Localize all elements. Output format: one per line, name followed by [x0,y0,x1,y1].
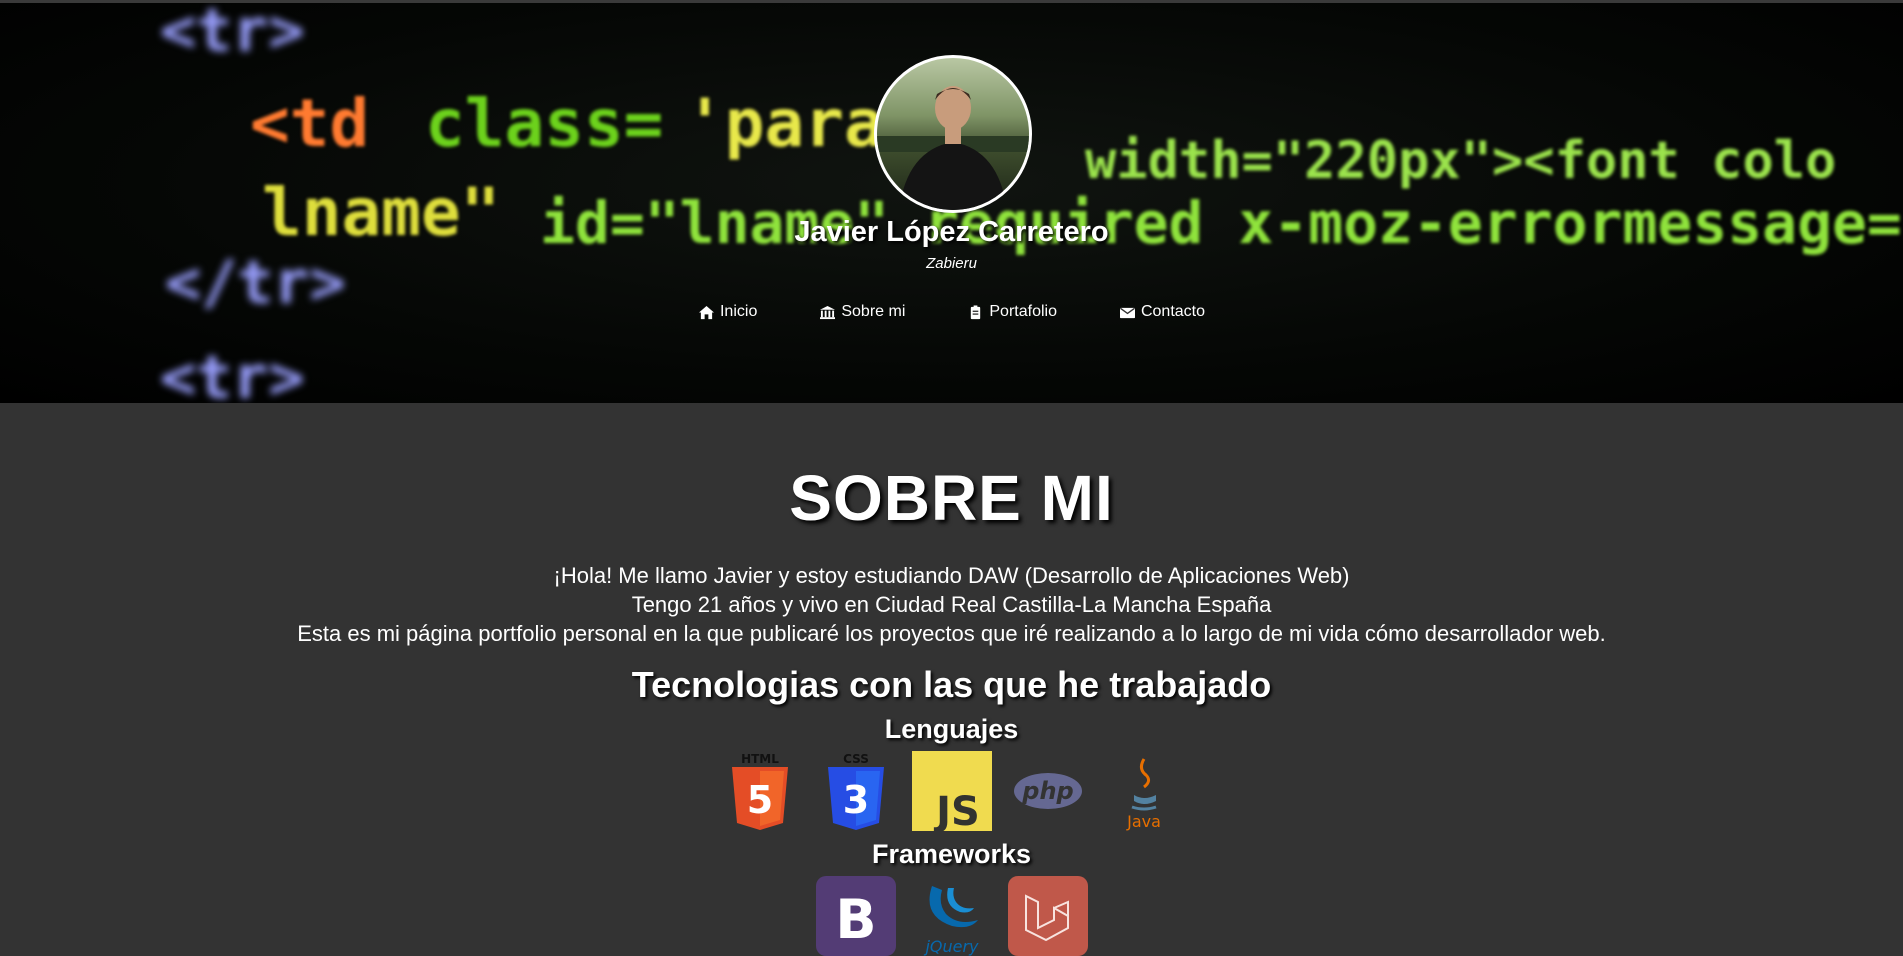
envelope-icon [1119,307,1135,318]
bank-icon [820,305,836,319]
nav-item-inicio[interactable]: Inicio [698,303,757,321]
laravel-icon [1007,876,1088,956]
code-line-1: <tr> [160,3,305,66]
technologies-heading: Tecnologias con las que he trabajado [631,664,1272,705]
profile-avatar [874,55,1032,213]
nav-item-portafolio[interactable]: Portafolio [967,303,1057,321]
nav-item-label: Inicio [719,303,758,320]
nav-item-label: Contacto [1140,303,1206,320]
nav-item-contacto[interactable]: Contacto [1119,303,1205,321]
code-line-2b: class= [425,85,663,162]
html5-digit: 5 [746,778,772,822]
site-owner-name: Javier López Carretero [794,216,1109,248]
bootstrap-icon: B [815,876,896,956]
jquery-icon: jQuery [912,876,992,956]
nav-item-label: Sobre mi [841,303,906,320]
java-text: Java [1126,812,1161,831]
home-icon [698,305,714,319]
languages-heading: Lenguajes [884,714,1019,744]
bootstrap-letter: B [835,888,876,951]
about-section: SOBRE MI ¡Hola! Me llamo Javier y estoy … [0,403,1903,956]
bio-line: Esta es mi página portfolio personal en … [297,621,1606,646]
javascript-text: JS [933,789,980,831]
bio-line: ¡Hola! Me llamo Javier y estoy estudiand… [553,563,1350,588]
frameworks-heading: Frameworks [871,839,1032,869]
section-title: SOBRE MI [789,462,1114,534]
main-nav: Inicio Sobre mi Portafolio Contacto [0,303,1903,321]
languages-icons: HTML 5 CSS 3 JS php Java [0,751,1903,831]
nav-item-label: Portafolio [989,303,1057,320]
html5-caption: HTML [741,752,779,766]
code-line-2a: <td [250,85,369,162]
nav-item-sobre-mi[interactable]: Sobre mi [819,303,905,321]
code-line-2d: width="220px"><font colo [1085,131,1836,191]
site-owner-alias: Zabieru [926,255,977,272]
java-icon: Java [1104,751,1184,831]
php-icon: php [1008,751,1088,831]
hero-header: <tr> </tr> <tr> <td class= 'para1_ width… [0,0,1903,403]
clipboard-icon [971,304,981,319]
bio-line: Tengo 21 años y vivo en Ciudad Real Cast… [631,592,1272,617]
javascript-icon: JS [911,751,992,831]
css3-icon: CSS 3 [816,751,896,831]
frameworks-icons: B jQuery [0,876,1903,956]
html5-icon: HTML 5 [720,751,800,831]
css3-caption: CSS [843,752,869,766]
css3-digit: 3 [842,778,868,822]
bio-text: ¡Hola! Me llamo Javier y estoy estudiand… [0,561,1903,648]
code-line-5: <tr> [160,343,305,403]
php-text: php [1021,777,1073,805]
jquery-text: jQuery [923,937,979,956]
